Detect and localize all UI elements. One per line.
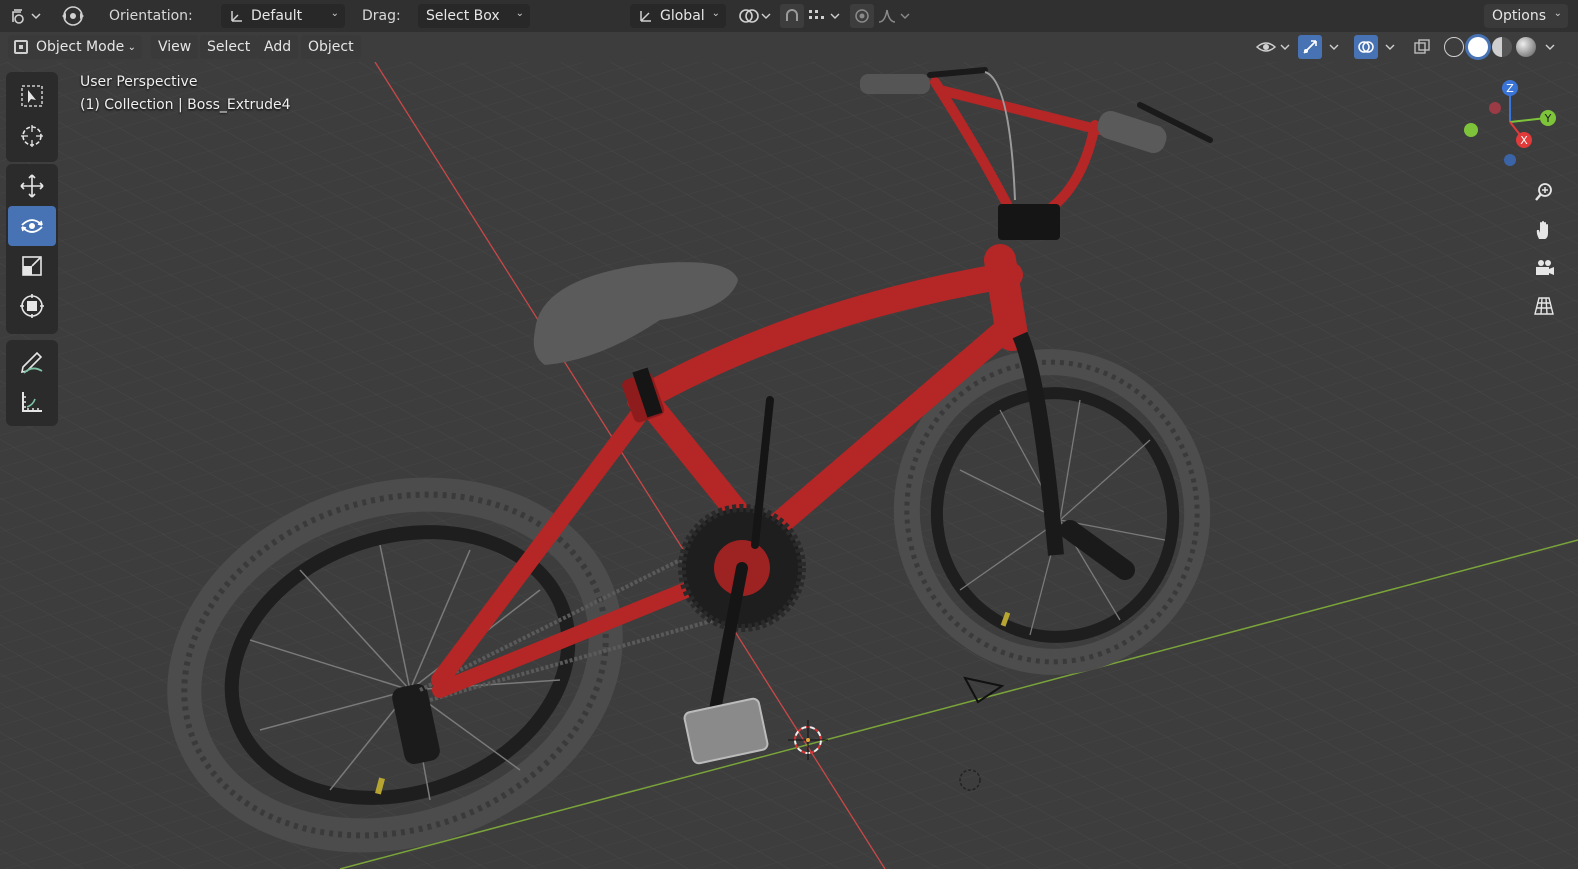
viewport-collection-label: (1) Collection | Boss_Extrude4 bbox=[80, 97, 291, 113]
tool-group-transform bbox=[6, 164, 58, 334]
orientation-value: Default bbox=[251, 8, 303, 24]
annotate-icon[interactable] bbox=[8, 342, 56, 382]
solid-shading-icon[interactable] bbox=[1468, 37, 1488, 57]
transform-space-dropdown[interactable]: Global ⌄ bbox=[630, 4, 726, 28]
chevron-down-icon: ⌄ bbox=[330, 8, 339, 19]
tool-group-select bbox=[6, 72, 58, 162]
transform-pivot-icon[interactable] bbox=[58, 4, 88, 28]
scale-icon[interactable] bbox=[8, 246, 56, 286]
options-label: Options bbox=[1492, 8, 1547, 24]
gizmo-x-label: X bbox=[1520, 134, 1528, 147]
chevron-down-icon: ⌄ bbox=[127, 41, 136, 53]
overlay-toggle-icon[interactable] bbox=[1354, 35, 1378, 59]
move-icon[interactable] bbox=[8, 166, 56, 206]
material-shading-icon[interactable] bbox=[1492, 37, 1512, 57]
orientation-label: Orientation: bbox=[109, 8, 193, 24]
drag-label: Drag: bbox=[362, 8, 401, 24]
xray-toggle-icon[interactable] bbox=[1410, 35, 1434, 59]
menu-object[interactable]: Object bbox=[301, 35, 361, 59]
camera-view-icon[interactable] bbox=[1528, 252, 1560, 284]
viewport-perspective-label: User Perspective bbox=[80, 74, 198, 90]
measure-icon[interactable] bbox=[8, 382, 56, 422]
object-mode-icon bbox=[14, 40, 28, 54]
gizmo-y-label: Y bbox=[1544, 112, 1552, 125]
floor-grid bbox=[0, 62, 1578, 869]
cursor-icon[interactable] bbox=[8, 116, 56, 156]
navigation-gizmo[interactable]: Z Y X bbox=[1458, 74, 1568, 184]
chevron-down-icon: ⌄ bbox=[711, 8, 720, 19]
ortho-grid-icon[interactable] bbox=[1528, 290, 1560, 322]
snap-toggle-icon[interactable] bbox=[780, 4, 804, 28]
shading-dropdown-icon[interactable] bbox=[1540, 35, 1560, 59]
wireframe-shading-icon[interactable] bbox=[1444, 37, 1464, 57]
snap-target-button[interactable] bbox=[806, 4, 842, 28]
gizmo-z-label: Z bbox=[1506, 82, 1514, 95]
menu-select[interactable]: Select bbox=[200, 35, 258, 59]
rendered-shading-icon[interactable] bbox=[1516, 37, 1536, 57]
mode-value: Object Mode bbox=[36, 39, 125, 55]
drag-value: Select Box bbox=[426, 8, 500, 24]
pivot-point-button[interactable] bbox=[734, 4, 774, 28]
chevron-down-icon: ⌄ bbox=[515, 8, 524, 19]
orientation-axes-icon bbox=[229, 8, 245, 24]
menu-view[interactable]: View bbox=[151, 35, 199, 59]
editor-type-button[interactable] bbox=[8, 4, 44, 28]
gizmo-dropdown-icon[interactable] bbox=[1324, 35, 1344, 59]
menu-add[interactable]: Add bbox=[257, 35, 299, 59]
transform-space-value: Global bbox=[660, 8, 705, 24]
select-box-icon[interactable] bbox=[8, 76, 56, 116]
drag-dropdown[interactable]: Select Box ⌄ bbox=[418, 4, 530, 28]
zoom-icon[interactable] bbox=[1528, 176, 1560, 208]
visibility-eye-button[interactable] bbox=[1254, 35, 1294, 59]
transform-icon[interactable] bbox=[8, 286, 56, 326]
options-dropdown[interactable]: Options ⌄ bbox=[1484, 4, 1568, 28]
global-axes-icon bbox=[638, 8, 654, 24]
orientation-dropdown[interactable]: Default ⌄ bbox=[221, 4, 345, 28]
gizmo-toggle-icon[interactable] bbox=[1298, 35, 1322, 59]
tool-group-annotate bbox=[6, 340, 58, 426]
rotate-icon[interactable] bbox=[8, 206, 56, 246]
overlay-dropdown-icon[interactable] bbox=[1380, 35, 1400, 59]
pan-hand-icon[interactable] bbox=[1528, 214, 1560, 246]
proportional-edit-icon[interactable] bbox=[850, 4, 874, 28]
chevron-down-icon: ⌄ bbox=[1553, 8, 1562, 19]
scene-canvas bbox=[0, 62, 1578, 869]
mode-dropdown[interactable]: Object Mode ⌄ bbox=[8, 35, 142, 59]
falloff-button[interactable] bbox=[876, 4, 912, 28]
3d-viewport[interactable]: User Perspective (1) Collection | Boss_E… bbox=[0, 62, 1578, 869]
